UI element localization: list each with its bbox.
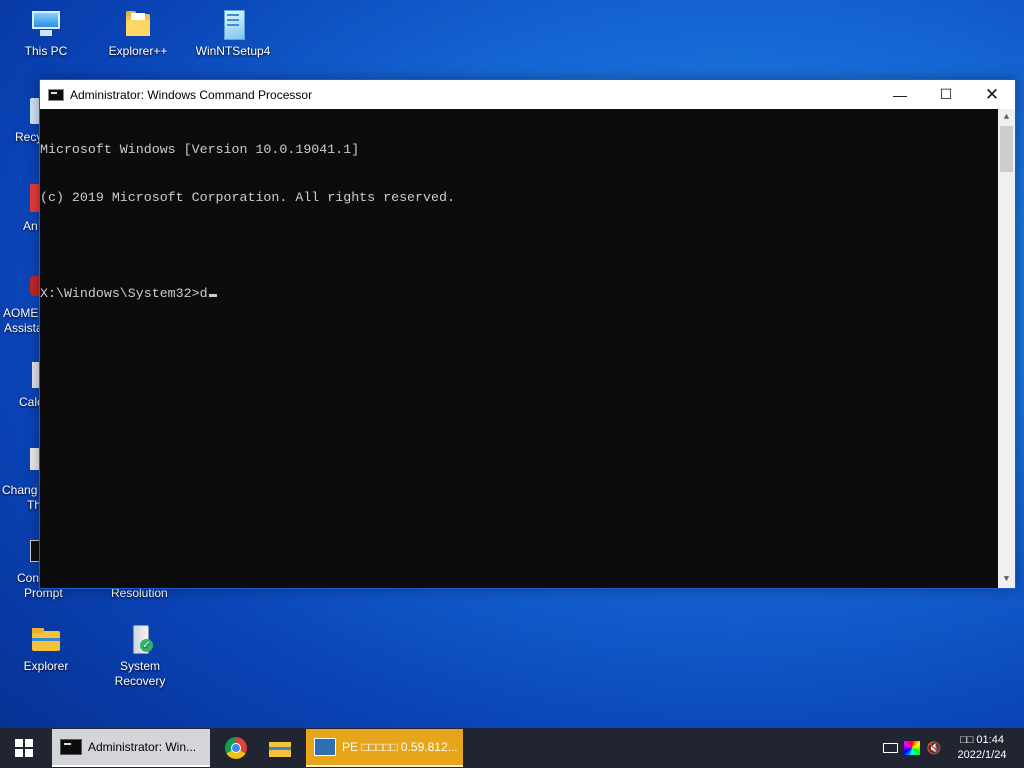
command-prompt-icon — [60, 739, 82, 755]
calculator-shortcut[interactable]: Calc — [0, 360, 43, 410]
console-prompt-line[interactable]: X:\Windows\System32>d — [40, 286, 997, 302]
explorer-plus-plus-shortcut[interactable]: Explorer++ — [98, 8, 178, 59]
app-shortcut[interactable]: An — [0, 184, 40, 234]
system-tray: 🔇 □□ 01:44 2022/1/24 — [883, 728, 1024, 768]
app-label: An — [23, 219, 38, 233]
close-button[interactable]: ✕ — [969, 80, 1015, 109]
monitor-icon — [314, 738, 336, 756]
command-prompt-label-1: Con — [17, 571, 40, 585]
this-pc-shortcut[interactable]: This PC — [6, 8, 86, 59]
console-line: (c) 2019 Microsoft Corporation. All righ… — [40, 190, 455, 205]
console-prompt: X:\Windows\System32>d — [40, 286, 208, 301]
vertical-scrollbar[interactable]: ▲ ▼ — [998, 109, 1015, 588]
speaker-muted-icon[interactable]: 🔇 — [926, 741, 942, 755]
command-prompt-window[interactable]: Administrator: Windows Command Processor… — [39, 79, 1016, 589]
winntsetup4-shortcut[interactable]: WinNTSetup4 — [193, 8, 273, 59]
taskbar-item-command-prompt[interactable]: Administrator: Win... — [52, 729, 210, 767]
keyboard-icon[interactable] — [883, 743, 898, 753]
explorer-plus-plus-label: Explorer++ — [108, 44, 168, 58]
console-line: Microsoft Windows [Version 10.0.19041.1] — [40, 142, 360, 157]
clock[interactable]: □□ 01:44 2022/1/24 — [948, 733, 1016, 763]
maximize-button[interactable]: ☐ — [923, 80, 969, 109]
window-title: Administrator: Windows Command Processor — [70, 87, 313, 102]
aomei-label-2: Assista — [4, 321, 43, 335]
explorer-label: Explorer — [23, 659, 69, 673]
computer-icon — [30, 8, 62, 40]
console-area[interactable]: Microsoft Windows [Version 10.0.19041.1]… — [40, 109, 1015, 588]
scroll-down-arrow-icon[interactable]: ▼ — [998, 571, 1015, 588]
aomei-label-1: AOME — [3, 306, 39, 320]
winntsetup4-label: WinNTSetup4 — [195, 44, 271, 58]
system-recovery-label: System Recovery — [114, 659, 166, 688]
scrollbar-thumb[interactable] — [1000, 126, 1013, 172]
window-titlebar[interactable]: Administrator: Windows Command Processor… — [40, 80, 1015, 109]
folder-icon — [122, 8, 154, 40]
clock-date: 2022/1/24 — [957, 749, 1007, 761]
taskbar-item-label: PE □□□□□ 0.59.812... — [342, 740, 458, 754]
explorer-shortcut[interactable]: Explorer — [6, 623, 86, 674]
windows-logo-icon — [15, 739, 33, 757]
chrome-icon — [225, 737, 247, 759]
minimize-button[interactable]: — — [877, 80, 923, 109]
system-recovery-shortcut[interactable]: ✓ System Recovery — [95, 623, 185, 689]
color-wheel-icon[interactable] — [904, 741, 920, 755]
taskbar-item-chrome[interactable] — [214, 729, 258, 767]
recovery-icon: ✓ — [124, 623, 156, 655]
aomei-shortcut[interactable]: AOME Assista — [0, 274, 43, 338]
console-output[interactable]: Microsoft Windows [Version 10.0.19041.1]… — [40, 110, 997, 334]
change-theme-label-1: Chang — [2, 483, 38, 497]
change-theme-shortcut[interactable]: Chang Th — [0, 446, 41, 512]
taskbar: Administrator: Win... PE □□□□□ 0.59.812.… — [0, 728, 1024, 768]
command-prompt-icon — [48, 88, 64, 101]
start-button[interactable] — [0, 728, 48, 768]
setup-icon — [217, 8, 249, 40]
clock-time: □□ 01:44 — [960, 734, 1004, 746]
folder-icon — [30, 623, 62, 655]
window-controls: — ☐ ✕ — [877, 80, 1015, 109]
taskbar-item-label: Administrator: Win... — [88, 740, 197, 754]
scroll-up-arrow-icon[interactable]: ▲ — [998, 109, 1015, 126]
this-pc-label: This PC — [24, 44, 68, 58]
folder-icon — [269, 739, 291, 757]
recycle-bin-shortcut[interactable]: Recy — [0, 96, 42, 146]
taskbar-item-pe-tool[interactable]: PE □□□□□ 0.59.812... — [306, 729, 463, 767]
text-cursor — [208, 294, 217, 297]
taskbar-item-explorer[interactable] — [258, 729, 302, 767]
